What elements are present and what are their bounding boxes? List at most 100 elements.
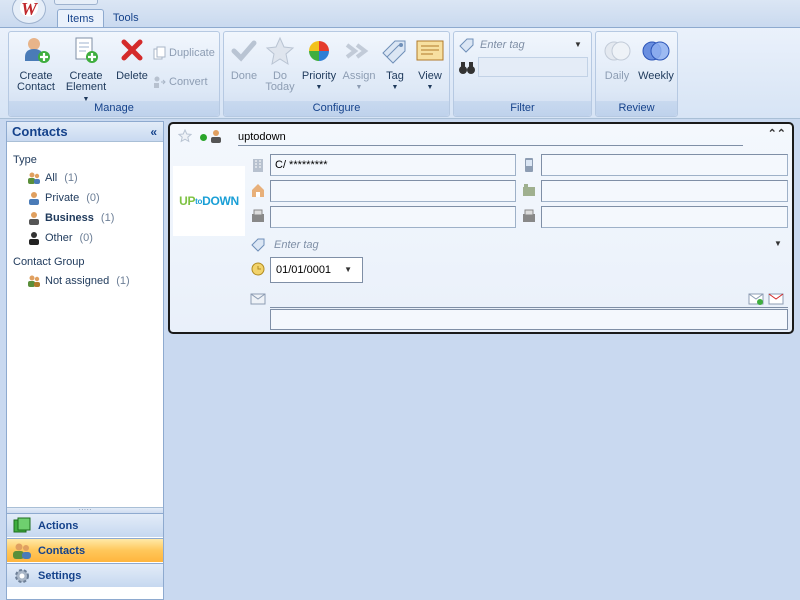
weekly-icon — [642, 41, 670, 61]
tab-tools[interactable]: Tools — [104, 9, 148, 28]
contact-card[interactable]: uptodown ⌃⌃ UP to DOWN C/ ********* Enter … — [168, 122, 794, 334]
contacts-pane-header: Contacts « — [7, 122, 163, 142]
chevron-down-icon: ▼ — [426, 84, 434, 91]
business-contact-icon — [29, 212, 39, 225]
nav-settings[interactable]: Settings — [7, 563, 163, 587]
favorite-star-icon[interactable] — [178, 129, 192, 143]
email-remove-icon[interactable] — [768, 290, 784, 306]
notes-divider — [270, 307, 788, 308]
contact-name-field[interactable]: uptodown — [238, 130, 743, 146]
convert-button[interactable]: Convert — [153, 75, 208, 89]
assign-button[interactable]: Assign ▼ — [340, 35, 378, 91]
app-logo-icon: W — [20, 0, 37, 19]
checkmark-icon — [231, 40, 257, 62]
work-phone-icon — [523, 184, 535, 196]
assign-arrow-icon — [345, 43, 369, 59]
fax-icon — [252, 209, 264, 222]
home-phone-icon — [252, 184, 264, 197]
contact-logo-image[interactable]: UP to DOWN — [173, 166, 245, 236]
daily-icon — [604, 41, 631, 61]
home-phone-field[interactable] — [270, 180, 516, 202]
chevron-down-icon: ▼ — [315, 84, 323, 91]
filter-search-input[interactable] — [478, 57, 588, 77]
collapse-card-icon[interactable]: ⌃⌃ — [768, 127, 786, 140]
all-contacts-icon — [28, 172, 40, 184]
pane-title: Contacts — [12, 124, 68, 139]
group-item-not-assigned[interactable]: Not assigned (1) — [27, 274, 130, 288]
weekly-review-button[interactable]: Weekly — [636, 35, 676, 82]
create-contact-button[interactable]: Create Contact — [13, 35, 59, 93]
quick-access-toolbar — [54, 0, 98, 5]
collapse-pane-icon[interactable]: « — [150, 122, 157, 142]
chevron-down-icon: ▼ — [355, 84, 363, 91]
type-item-business[interactable]: Business (1) — [27, 211, 114, 225]
address-field[interactable]: C/ ********* — [270, 154, 516, 176]
tag-icon — [251, 238, 265, 252]
work-phone-field[interactable] — [541, 180, 788, 202]
convert-icon — [154, 76, 166, 88]
group-label-filter: Filter — [454, 101, 591, 116]
priority-button[interactable]: Priority ▼ — [298, 35, 340, 91]
type-item-all[interactable]: All (1) — [27, 171, 78, 185]
contacts-pane: Contacts « Type All (1) Private (0) Busine… — [6, 121, 164, 600]
fax2-field[interactable] — [541, 206, 788, 228]
binoculars-icon — [459, 62, 475, 74]
mobile-phone-icon — [525, 158, 533, 172]
group-manage: Create Contact Create Element ▼ Delete D… — [8, 31, 220, 117]
ribbon: Create Contact Create Element ▼ Delete D… — [0, 27, 800, 119]
fax-field[interactable] — [270, 206, 516, 228]
tag-button[interactable]: Tag ▼ — [378, 35, 412, 91]
building-icon — [253, 159, 263, 172]
nav-actions[interactable]: Actions — [7, 513, 163, 537]
create-element-icon — [75, 37, 98, 63]
notes-field[interactable] — [270, 309, 788, 330]
do-today-button[interactable]: Do Today — [262, 35, 298, 93]
group-label-review: Review — [596, 101, 677, 116]
chevron-down-icon: ▼ — [391, 84, 399, 91]
create-element-button[interactable]: Create Element ▼ — [63, 35, 109, 105]
other-contact-icon — [29, 232, 39, 245]
done-button[interactable]: Done — [226, 35, 262, 82]
group-filter: Enter tag ▼ Filter — [453, 31, 592, 117]
daily-review-button[interactable]: Daily — [598, 35, 636, 82]
gear-icon — [15, 568, 29, 583]
type-item-other[interactable]: Other (0) — [27, 231, 93, 245]
notes-envelope-icon — [250, 293, 266, 305]
chevron-down-icon[interactable]: ▼ — [774, 239, 782, 248]
type-section-label: Type — [13, 154, 37, 166]
ribbon-tabs: Items Tools — [57, 9, 148, 28]
date-picker[interactable]: 01/01/0001 ▼ — [270, 257, 363, 283]
tag-icon — [382, 40, 406, 64]
nav-contacts[interactable]: Contacts — [7, 538, 163, 562]
card-tag-input[interactable]: Enter tag — [274, 239, 319, 251]
type-item-private[interactable]: Private (0) — [27, 191, 100, 205]
email-send-icon[interactable] — [748, 290, 764, 306]
group-configure: Done Do Today Priority ▼ Assign ▼ Tag ▼ — [223, 31, 450, 117]
actions-icon — [13, 517, 31, 532]
contacts-nav-icon — [13, 543, 31, 559]
filter-tag-input[interactable]: Enter tag — [478, 36, 588, 54]
tag-filter-icon — [459, 38, 474, 53]
view-icon — [416, 40, 444, 61]
fax-icon — [523, 209, 535, 222]
delete-icon — [121, 39, 143, 61]
priority-icon — [309, 41, 329, 61]
contact-group-section-label: Contact Group — [13, 256, 85, 268]
reminder-icon — [251, 262, 265, 276]
view-button[interactable]: View ▼ — [412, 35, 448, 91]
chevron-down-icon[interactable]: ▼ — [344, 258, 352, 282]
private-contact-icon — [29, 192, 39, 205]
group-review: Daily Weekly Review — [595, 31, 678, 117]
chevron-down-icon[interactable]: ▼ — [574, 40, 582, 49]
duplicate-icon — [153, 46, 166, 60]
tab-items[interactable]: Items — [57, 9, 104, 28]
contact-person-icon — [211, 130, 221, 143]
star-icon — [265, 36, 295, 66]
mobile-phone-field[interactable] — [541, 154, 788, 176]
delete-button[interactable]: Delete — [113, 35, 151, 82]
duplicate-button[interactable]: Duplicate — [153, 46, 215, 60]
status-dot-icon — [200, 134, 207, 141]
create-contact-icon — [25, 38, 50, 63]
group-label-configure: Configure — [224, 101, 449, 116]
group-contacts-icon — [28, 275, 40, 287]
